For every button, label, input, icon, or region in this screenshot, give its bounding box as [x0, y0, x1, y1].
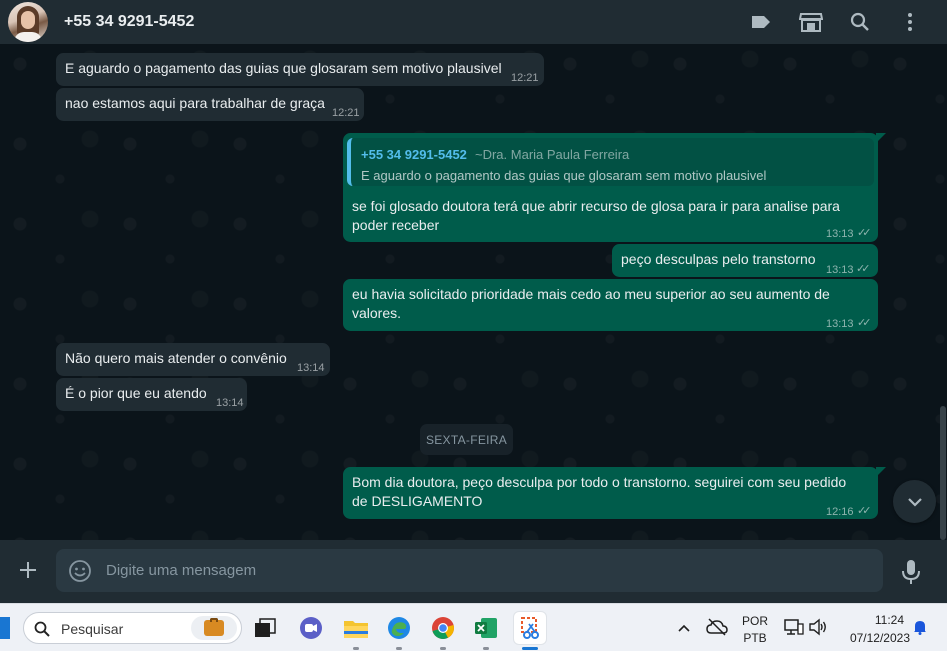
teams-meet-icon[interactable]: [295, 612, 327, 644]
taskbar-indicator: [440, 647, 446, 650]
message-time: 13:14: [216, 397, 244, 409]
outgoing-message[interactable]: Bom dia doutora, peço desculpa por todo …: [343, 467, 878, 519]
taskbar-indicator: [353, 647, 359, 650]
volume-icon[interactable]: [808, 618, 828, 641]
search-icon[interactable]: [848, 10, 872, 34]
message-text: Não quero mais atender o convênio: [65, 350, 287, 366]
snipping-tool-icon[interactable]: [514, 612, 546, 644]
message-time: 13:13: [826, 228, 854, 240]
read-ticks-icon: ✓✓: [857, 317, 872, 329]
windows-start-icon[interactable]: [0, 617, 10, 639]
outgoing-message[interactable]: eu havia solicitado prioridade mais cedo…: [343, 279, 878, 331]
chat-header[interactable]: +55 34 9291-5452: [0, 0, 947, 44]
show-hidden-icons-icon[interactable]: [677, 620, 691, 638]
excel-icon[interactable]: [470, 612, 502, 644]
language-indicator[interactable]: POR PTB: [741, 614, 769, 645]
notification-bell-icon[interactable]: [913, 619, 927, 640]
edge-browser-icon[interactable]: [383, 612, 415, 644]
taskbar-indicator: [483, 647, 489, 650]
network-icon[interactable]: [784, 618, 804, 641]
incoming-message[interactable]: E aguardo o pagamento das guias que glos…: [56, 53, 544, 86]
composer: [0, 540, 947, 603]
task-view-icon[interactable]: [249, 612, 281, 644]
system-clock[interactable]: 11:24 07/12/2023: [838, 613, 910, 645]
search-highlight-icon: [191, 616, 237, 640]
message-list[interactable]: E aguardo o pagamento das guias que glos…: [0, 44, 947, 540]
message-text: E aguardo o pagamento das guias que glos…: [65, 60, 502, 76]
bubble-tail: [876, 133, 886, 143]
message-text: peço desculpas pelo transtorno: [621, 251, 816, 267]
windows-taskbar: Pesquisar POR PTB 11:24 07/12/2023: [0, 603, 947, 651]
read-ticks-icon: ✓✓: [857, 505, 872, 517]
message-input[interactable]: [106, 549, 866, 592]
read-ticks-icon: ✓✓: [856, 263, 871, 275]
menu-icon[interactable]: [898, 10, 922, 34]
taskbar-indicator-active: [522, 647, 538, 650]
attach-plus-icon[interactable]: [16, 558, 40, 582]
message-text: Bom dia doutora, peço desculpa por todo …: [352, 474, 847, 509]
catalog-icon[interactable]: [799, 10, 823, 34]
scroll-to-bottom-button[interactable]: [893, 480, 936, 523]
quoted-text: E aguardo o pagamento das guias que glos…: [361, 168, 767, 183]
quoted-sender: +55 34 9291-5452: [361, 147, 467, 162]
message-text: É o pior que eu atendo: [65, 385, 207, 401]
taskbar-search-placeholder: Pesquisar: [61, 621, 124, 637]
microphone-icon[interactable]: [900, 559, 922, 585]
outgoing-message[interactable]: +55 34 9291-5452 ~Dra. Maria Paula Ferre…: [343, 133, 878, 242]
chevron-down-icon: [907, 497, 922, 507]
taskbar-search[interactable]: Pesquisar: [23, 612, 242, 644]
message-time: 12:16: [826, 506, 854, 518]
chat-scrollbar[interactable]: [940, 406, 946, 540]
message-text: eu havia solicitado prioridade mais cedo…: [352, 286, 830, 321]
label-icon[interactable]: [749, 10, 773, 34]
message-time: 13:14: [297, 362, 325, 374]
message-input-box[interactable]: [56, 549, 883, 592]
message-time: 13:13: [826, 264, 854, 276]
search-icon: [34, 621, 50, 637]
contact-avatar[interactable]: [8, 2, 48, 42]
incoming-message[interactable]: nao estamos aqui para trabalhar de graça…: [56, 88, 364, 121]
taskbar-indicator: [396, 647, 402, 650]
onedrive-offline-icon[interactable]: [706, 618, 728, 641]
read-ticks-icon: ✓✓: [857, 227, 872, 239]
incoming-message[interactable]: Não quero mais atender o convênio 13:14: [56, 343, 330, 376]
message-text: nao estamos aqui para trabalhar de graça: [65, 95, 325, 111]
bubble-tail: [876, 467, 886, 477]
quoted-message[interactable]: +55 34 9291-5452 ~Dra. Maria Paula Ferre…: [347, 138, 874, 186]
message-time: 12:21: [511, 72, 539, 84]
contact-name[interactable]: +55 34 9291-5452: [64, 13, 194, 31]
day-separator: SEXTA-FEIRA: [420, 424, 513, 455]
message-time: 13:13: [826, 318, 854, 330]
emoji-icon[interactable]: [68, 559, 92, 583]
file-explorer-icon[interactable]: [340, 612, 372, 644]
chrome-browser-icon[interactable]: [427, 612, 459, 644]
quoted-pushname: ~Dra. Maria Paula Ferreira: [475, 147, 630, 162]
incoming-message[interactable]: É o pior que eu atendo 13:14: [56, 378, 247, 411]
message-text: se foi glosado doutora terá que abrir re…: [352, 198, 840, 233]
outgoing-message[interactable]: peço desculpas pelo transtorno 13:13 ✓✓: [612, 244, 878, 277]
message-time: 12:21: [332, 107, 360, 119]
